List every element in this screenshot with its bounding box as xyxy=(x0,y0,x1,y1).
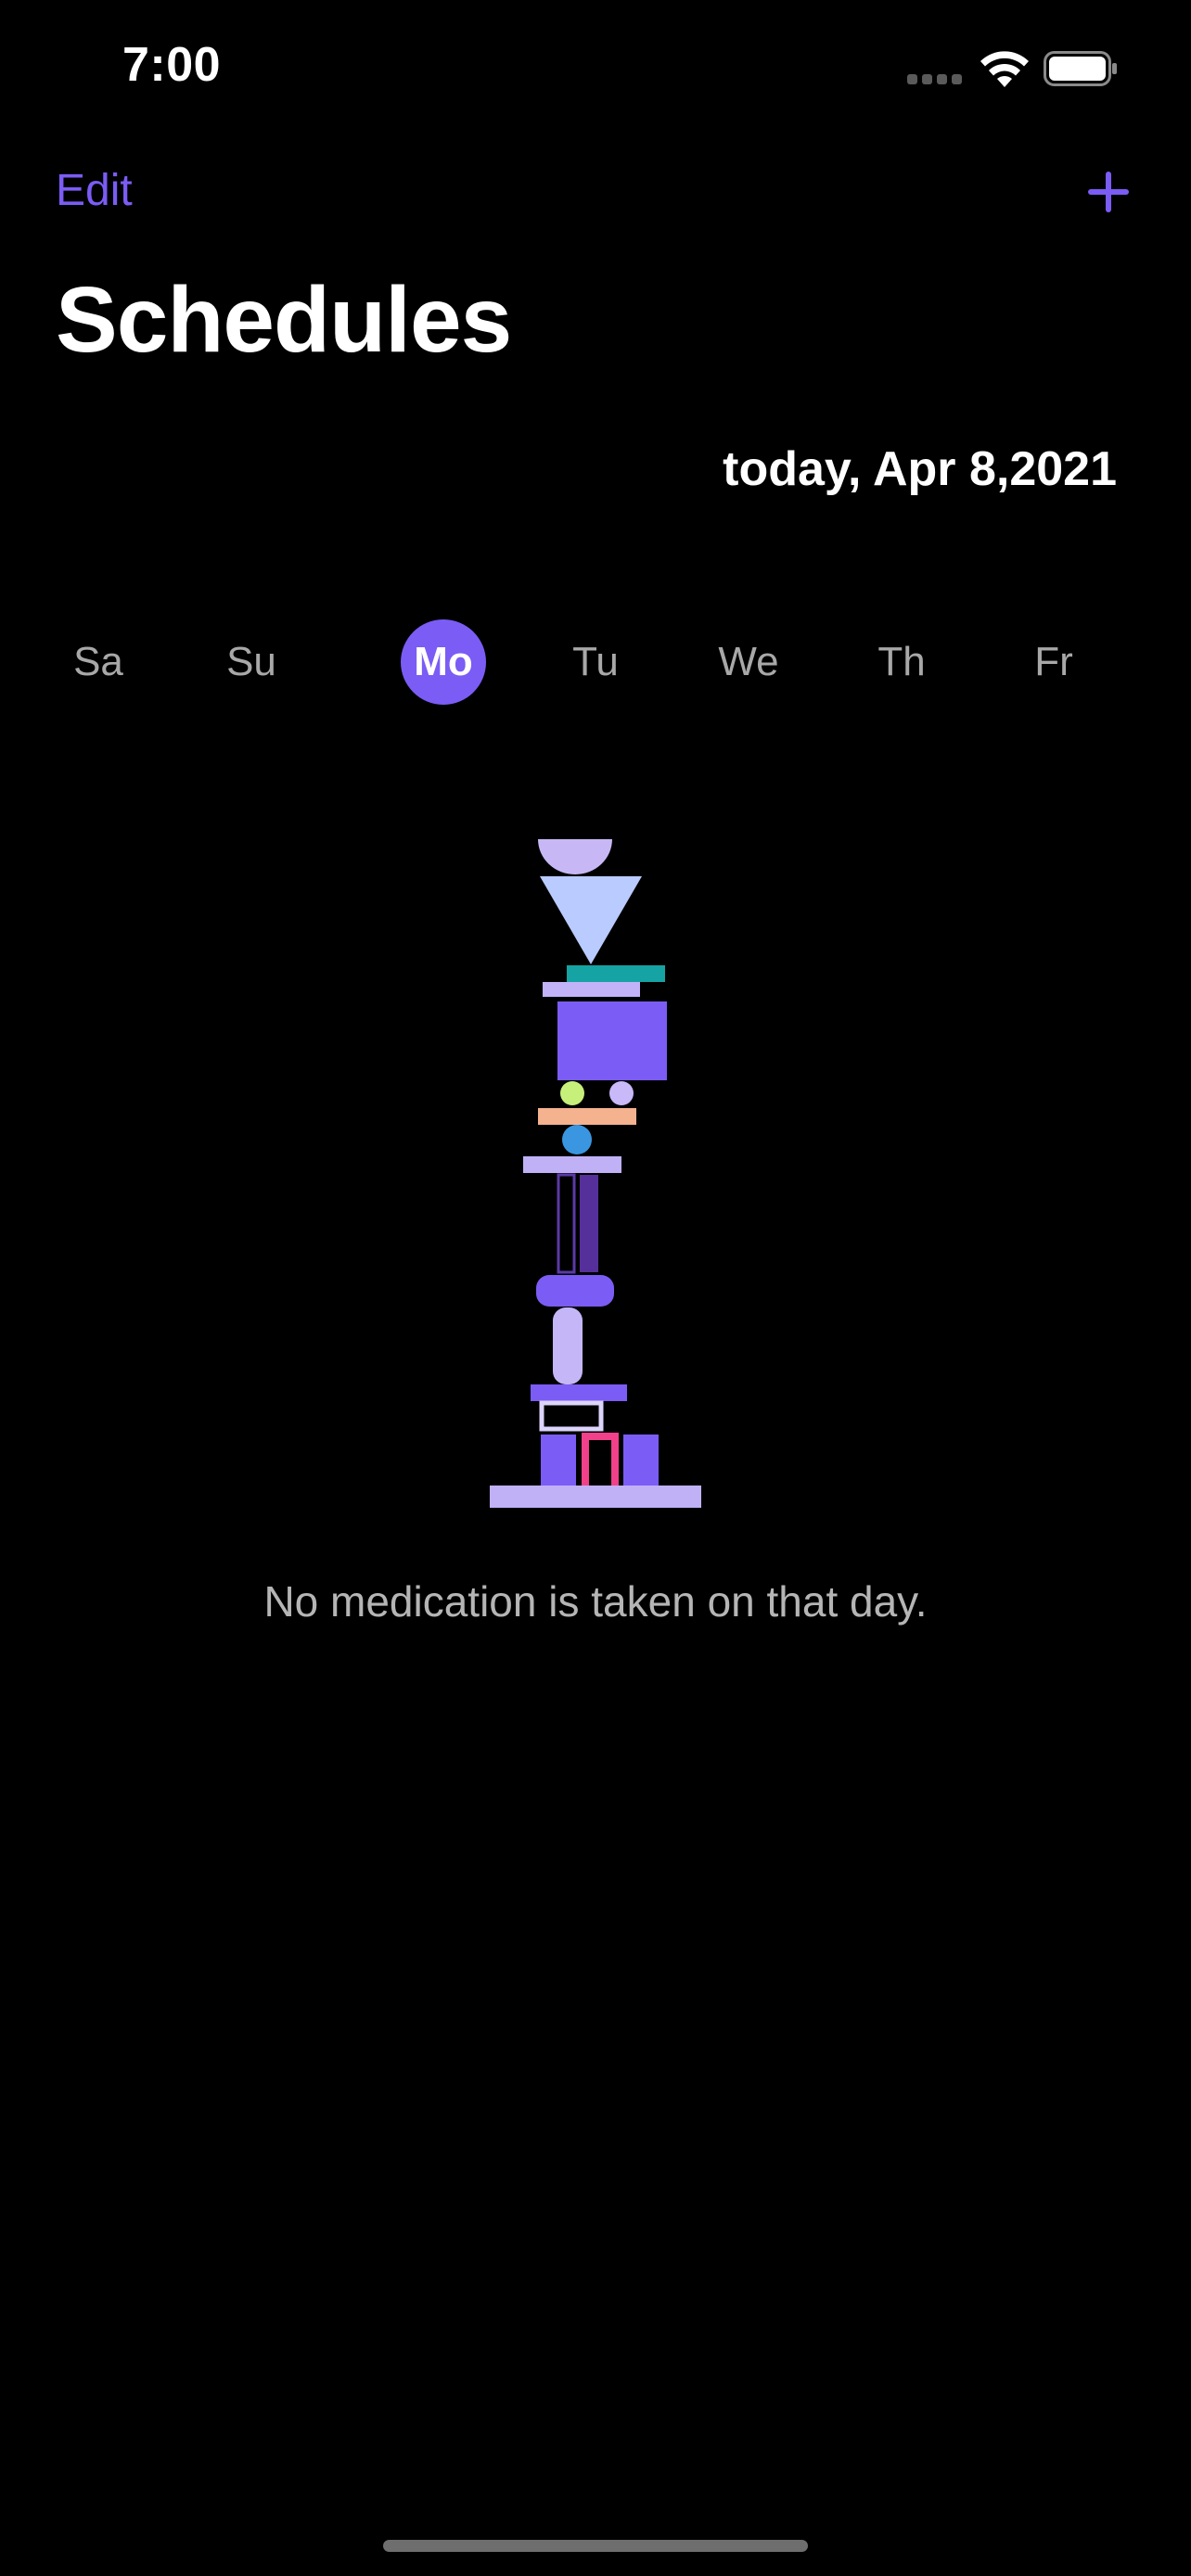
lilac-dot xyxy=(609,1081,634,1105)
outline-pillar xyxy=(557,1173,576,1274)
day-saturday[interactable]: Sa xyxy=(56,619,141,705)
day-monday-selected[interactable]: Mo xyxy=(401,619,486,705)
base-bar xyxy=(490,1486,701,1508)
day-sunday[interactable]: Su xyxy=(209,619,294,705)
day-thursday[interactable]: Th xyxy=(859,619,944,705)
purple-pad xyxy=(536,1275,614,1307)
date-label: today, Apr 8,2021 xyxy=(723,442,1117,496)
day-friday[interactable]: Fr xyxy=(1011,619,1096,705)
day-tuesday[interactable]: Tu xyxy=(553,619,638,705)
edit-button[interactable]: Edit xyxy=(56,165,133,216)
purple-shelf xyxy=(531,1384,627,1401)
capsule-shape xyxy=(553,1307,583,1384)
blue-dot xyxy=(562,1125,592,1154)
plus-icon[interactable] xyxy=(1085,169,1132,215)
green-dot xyxy=(560,1081,584,1105)
wifi-icon xyxy=(980,51,1029,87)
battery-icon xyxy=(1044,51,1117,86)
home-indicator[interactable] xyxy=(383,2540,808,2552)
lavender-bar xyxy=(543,982,640,997)
purple-box xyxy=(557,1001,667,1080)
peach-bar xyxy=(538,1108,636,1125)
status-bar: 7:00 xyxy=(0,0,1191,130)
status-time: 7:00 xyxy=(122,38,222,92)
dark-pillar xyxy=(580,1175,598,1272)
day-wednesday[interactable]: We xyxy=(706,619,791,705)
shelf-bar xyxy=(523,1156,621,1173)
funnel-shape xyxy=(540,876,642,964)
outlined-box xyxy=(539,1400,604,1432)
teal-bar xyxy=(567,965,665,982)
week-day-selector: Sa Su Mo Tu We Th Fr xyxy=(56,619,1135,705)
bowl-shape xyxy=(538,839,612,874)
empty-state-message: No medication is taken on that day. xyxy=(263,1577,928,1626)
stacked-shapes-illustration xyxy=(490,839,701,1508)
cellular-signal-icon xyxy=(907,74,963,85)
page-title: Schedules xyxy=(56,268,512,372)
